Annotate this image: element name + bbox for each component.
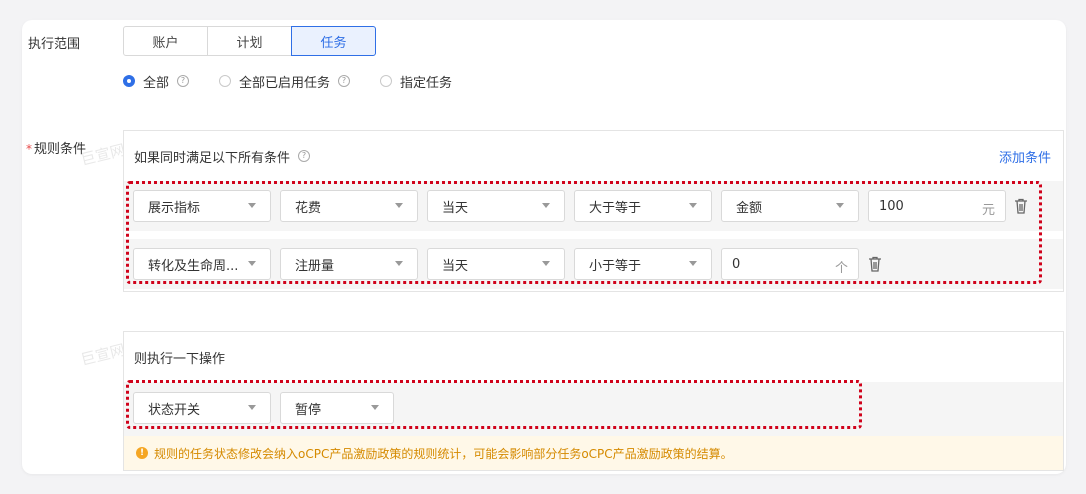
radio-label: 指定任务 [400, 75, 453, 91]
select-value: 大于等于 [589, 200, 642, 216]
caret-down-icon [542, 261, 550, 266]
field-select[interactable]: 注册量 [280, 248, 418, 280]
period-select[interactable]: 当天 [427, 190, 565, 222]
radio-specified[interactable]: 指定任务 [380, 72, 452, 91]
value-type-select[interactable]: 金额 [721, 190, 859, 222]
operator-select[interactable]: 小于等于 [574, 248, 712, 280]
value-input[interactable]: 0个 [721, 248, 859, 280]
metric-select[interactable]: 转化及生命周... [133, 248, 271, 280]
caret-down-icon [689, 261, 697, 266]
help-icon[interactable]: ? [298, 150, 311, 162]
select-value: 当天 [442, 200, 469, 216]
input-value: 0 [732, 256, 741, 272]
action-title: 则执行一下操作 [134, 351, 226, 367]
select-value: 小于等于 [589, 258, 642, 274]
caret-down-icon [689, 203, 697, 208]
scope-label: 执行范围 [28, 37, 81, 52]
action-panel: 则执行一下操作 状态开关 暂停 ! 规则的任务状态修改会纳入oCPC产品激励政策… [123, 331, 1064, 471]
caret-down-icon [371, 405, 379, 410]
caret-down-icon [542, 203, 550, 208]
scope-segmented-control: 账户 计划 任务 [123, 26, 376, 56]
action-header: 则执行一下操作 [124, 332, 1063, 382]
caret-down-icon [248, 261, 256, 266]
condition-row: 展示指标 花费 当天 大于等于 金额 100 元 [124, 181, 1063, 231]
delete-icon[interactable] [1014, 198, 1028, 214]
radio-unchecked-icon [219, 75, 232, 87]
conditions-title: 如果同时满足以下所有条件 [134, 150, 291, 166]
tab-task[interactable]: 任务 [291, 26, 376, 56]
period-select[interactable]: 当天 [427, 248, 565, 280]
radio-label: 全部 [143, 75, 170, 91]
action-value-select[interactable]: 暂停 [280, 392, 394, 424]
warning-text: 规则的任务状态修改会纳入oCPC产品激励政策的规则统计，可能会影响部分任务oCP… [154, 446, 733, 461]
warning-banner: ! 规则的任务状态修改会纳入oCPC产品激励政策的规则统计，可能会影响部分任务o… [124, 436, 1063, 470]
help-icon[interactable]: ? [338, 75, 351, 87]
action-row: 状态开关 暂停 [124, 382, 1063, 438]
condition-row: 转化及生命周... 注册量 当天 小于等于 0个 [124, 239, 1063, 289]
operator-select[interactable]: 大于等于 [574, 190, 712, 222]
tab-plan[interactable]: 计划 [207, 26, 292, 56]
select-value: 花费 [295, 200, 322, 216]
select-value: 当天 [442, 258, 469, 274]
action-type-select[interactable]: 状态开关 [133, 392, 271, 424]
required-mark: * [26, 142, 32, 156]
conditions-panel: 如果同时满足以下所有条件 ? 添加条件 展示指标 花费 当天 大于等于 金额 1… [123, 130, 1064, 292]
add-condition-link[interactable]: 添加条件 [999, 147, 1051, 166]
unit-label: 个 [834, 261, 848, 276]
select-value: 状态开关 [148, 402, 201, 418]
unit-label: 元 [981, 203, 995, 218]
select-value: 展示指标 [148, 200, 201, 216]
rule-settings-card: 巨宣网络 巨宣网络 巨宣网络 巨宣网络 巨宣网络 巨宣网络 执行范围 账户 计划… [22, 20, 1066, 474]
tab-account[interactable]: 账户 [123, 26, 208, 56]
scope-radio-group: 全部 ? 全部已启用任务 ? 指定任务 [123, 71, 482, 91]
field-select[interactable]: 花费 [280, 190, 418, 222]
caret-down-icon [836, 203, 844, 208]
warning-icon: ! [136, 447, 148, 459]
select-value: 转化及生命周... [148, 258, 239, 274]
radio-checked-icon [123, 75, 135, 87]
caret-down-icon [395, 203, 403, 208]
caret-down-icon [248, 405, 256, 410]
radio-all[interactable]: 全部 ? [123, 72, 190, 91]
select-value: 暂停 [295, 402, 322, 418]
select-value: 金额 [736, 200, 763, 216]
select-value: 注册量 [295, 258, 335, 274]
input-value: 100 [879, 198, 904, 214]
caret-down-icon [248, 203, 256, 208]
metric-select[interactable]: 展示指标 [133, 190, 271, 222]
rule-label: * 规则条件 [26, 138, 86, 157]
conditions-header: 如果同时满足以下所有条件 ? 添加条件 [124, 131, 1063, 181]
value-input[interactable]: 100 元 [868, 190, 1006, 222]
caret-down-icon [395, 261, 403, 266]
rule-label-text: 规则条件 [34, 142, 87, 157]
radio-label: 全部已启用任务 [239, 75, 331, 91]
delete-icon[interactable] [868, 256, 882, 272]
radio-all-enabled[interactable]: 全部已启用任务 ? [219, 72, 351, 91]
radio-unchecked-icon [380, 75, 393, 87]
help-icon[interactable]: ? [177, 75, 190, 87]
